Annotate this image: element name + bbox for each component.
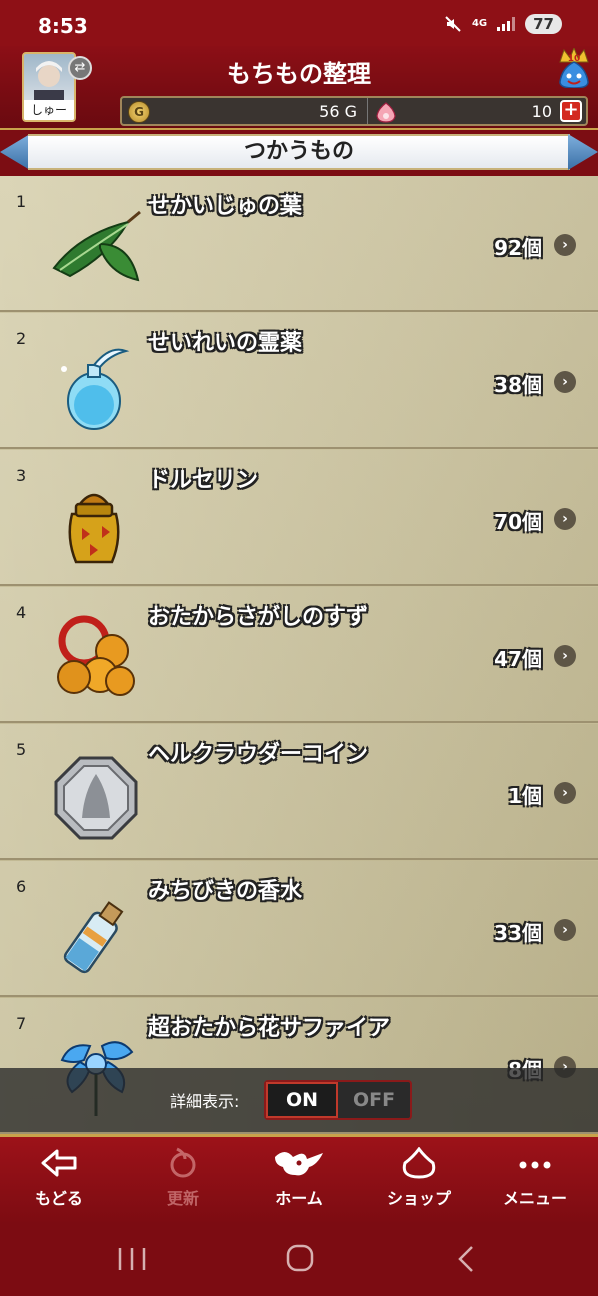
mute-icon: [444, 15, 462, 33]
system-nav-bar: [0, 1222, 598, 1296]
potion-icon: [50, 341, 142, 433]
user-name: しゅー: [24, 100, 74, 120]
list-item[interactable]: 3 ドルセリン 70個 ›: [0, 450, 598, 586]
home-system-icon[interactable]: [280, 1244, 320, 1274]
item-name: ドルセリン: [148, 468, 259, 493]
add-gems-button[interactable]: +: [560, 100, 582, 122]
header: しゅー ⇄ もちもの整理 10 G 56 G 10 +: [0, 46, 598, 130]
item-count: 1個: [508, 784, 542, 808]
leaf-icon: [50, 204, 142, 296]
list-item[interactable]: 1 せかいじゅの葉 92個 ›: [0, 176, 598, 312]
detail-view-label: 詳細表示:: [170, 1092, 240, 1111]
detail-toggle-bar: 詳細表示: ON OFF: [0, 1068, 598, 1132]
chevron-right-icon[interactable]: ›: [554, 371, 576, 393]
status-time: 8:53: [38, 14, 88, 38]
item-count: 33個: [494, 921, 542, 945]
item-list[interactable]: 1 せかいじゅの葉 92個 › 2 せいれいの霊薬 38個 › 3 ドルセリン …: [0, 176, 598, 1134]
crown-slime-icon[interactable]: 10: [556, 46, 592, 89]
item-name: みちびきの香水: [148, 879, 303, 904]
item-count: 70個: [494, 510, 542, 534]
item-index: 1: [16, 192, 27, 211]
refresh-icon: [128, 1147, 238, 1179]
bells-icon: [50, 615, 142, 707]
item-index: 7: [16, 1014, 27, 1033]
jar-icon: [50, 478, 142, 570]
shop-slime-icon: [364, 1147, 474, 1179]
item-name: せいれいの霊薬: [148, 331, 303, 356]
item-index: 5: [16, 740, 27, 759]
detail-view-toggle[interactable]: ON OFF: [264, 1080, 412, 1120]
battery-level: 77: [525, 14, 562, 34]
currency-divider: [367, 98, 368, 124]
banner-ornament-right: [568, 134, 598, 170]
list-item[interactable]: 6 みちびきの香水 33個 ›: [0, 861, 598, 997]
gold-amount: 56 G: [319, 102, 357, 121]
perfume-icon: [50, 889, 142, 981]
home-dragon-icon: [244, 1147, 354, 1179]
item-index: 4: [16, 603, 27, 622]
list-item[interactable]: 5 ヘルクラウダーコイン 1個 ›: [0, 724, 598, 860]
item-name: おたからさがしのすず: [148, 605, 369, 630]
back-arrow-icon: [4, 1147, 114, 1179]
list-item[interactable]: 4 おたからさがしのすず 47個 ›: [0, 587, 598, 723]
nav-refresh[interactable]: 更新: [128, 1147, 238, 1217]
bottom-nav: もどる 更新 ホーム ショップ メニュー: [0, 1134, 598, 1222]
nav-shop[interactable]: ショップ: [364, 1147, 474, 1217]
nav-back[interactable]: もどる: [4, 1147, 114, 1217]
signal-icon: [497, 17, 516, 31]
nav-home[interactable]: ホーム: [244, 1147, 354, 1217]
list-item[interactable]: 2 せいれいの霊薬 38個 ›: [0, 313, 598, 449]
item-name: せかいじゅの葉: [148, 194, 303, 219]
item-count: 47個: [494, 647, 542, 671]
page-title: もちもの整理: [227, 60, 371, 88]
item-name: 超おたから花サファイア: [148, 1016, 391, 1041]
gem-icon: [374, 101, 398, 123]
item-count: 38個: [494, 373, 542, 397]
item-index: 3: [16, 466, 27, 485]
chevron-right-icon[interactable]: ›: [554, 645, 576, 667]
back-system-icon[interactable]: [448, 1244, 488, 1274]
toggle-off-button[interactable]: OFF: [338, 1082, 410, 1118]
nav-label: メニュー: [502, 1189, 567, 1208]
chevron-right-icon[interactable]: ›: [554, 919, 576, 941]
nav-menu[interactable]: メニュー: [480, 1147, 590, 1217]
nav-label: ショップ: [386, 1189, 451, 1208]
item-index: 6: [16, 877, 27, 896]
toggle-on-button[interactable]: ON: [266, 1082, 338, 1118]
nav-label: もどる: [35, 1189, 83, 1208]
section-banner: つかうもの: [0, 130, 598, 176]
banner-ornament-left: [0, 134, 30, 170]
section-title: つかうもの: [28, 134, 570, 170]
nav-label: 更新: [166, 1189, 199, 1208]
status-icons: 4G 77: [444, 14, 562, 34]
gem-amount: 10: [531, 102, 552, 121]
item-name: ヘルクラウダーコイン: [148, 742, 369, 767]
currency-bar: G 56 G 10 +: [120, 96, 588, 126]
gold-coin-icon: G: [128, 101, 150, 123]
coin-icon: [50, 752, 142, 844]
recent-apps-icon[interactable]: [112, 1244, 152, 1274]
network-type: 4G: [471, 18, 488, 29]
chevron-right-icon[interactable]: ›: [554, 782, 576, 804]
chevron-right-icon[interactable]: ›: [554, 234, 576, 256]
item-count: 92個: [494, 236, 542, 260]
menu-dots-icon: [480, 1147, 590, 1179]
nav-label: ホーム: [275, 1189, 323, 1208]
status-bar: 8:53 4G 77: [0, 0, 598, 46]
item-index: 2: [16, 329, 27, 348]
chevron-right-icon[interactable]: ›: [554, 508, 576, 530]
